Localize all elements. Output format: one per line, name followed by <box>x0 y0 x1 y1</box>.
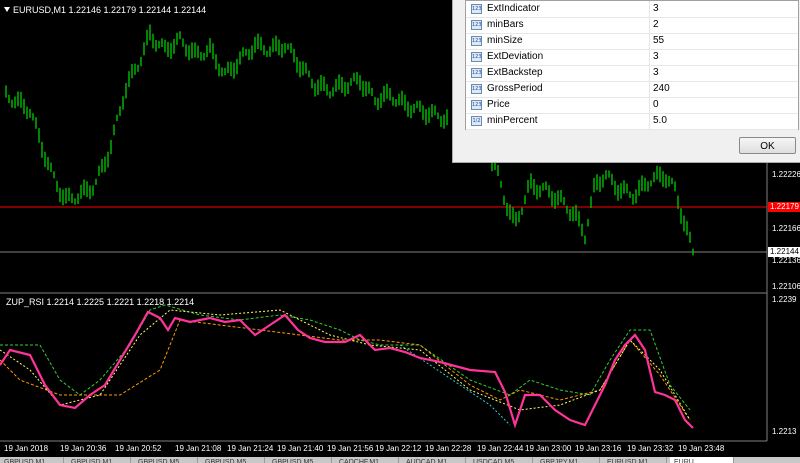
chart-tab[interactable]: AUDCAD,M1 <box>402 457 466 463</box>
rsi-line <box>0 310 694 429</box>
chart-tab[interactable]: USDCAD,M5 <box>469 457 533 463</box>
param-type-icon: 123 <box>471 36 482 46</box>
param-row[interactable]: 1/2 minPercent 5.0 <box>466 113 798 130</box>
param-value[interactable]: 3 <box>653 1 659 17</box>
column-divider <box>649 81 650 97</box>
rsi-layer <box>0 304 694 429</box>
chart-tab[interactable]: EURU... <box>670 457 734 463</box>
param-name: minBars <box>487 19 524 30</box>
indicator-bottom-label: 1.2213 <box>772 427 797 436</box>
param-name: ExtDeviation <box>487 51 544 62</box>
param-type-icon: 123 <box>471 4 482 14</box>
param-row[interactable]: 123 ExtDeviation 3 <box>466 49 798 66</box>
param-value[interactable]: 55 <box>653 33 664 49</box>
param-type-icon: 123 <box>471 52 482 62</box>
price-tick: 1.22226 <box>772 170 800 179</box>
time-tick: 19 Jan 22:28 <box>425 444 472 453</box>
param-type-icon: 123 <box>471 100 482 110</box>
param-type-icon: 1/2 <box>471 116 482 126</box>
time-tick: 19 Jan 21:56 <box>327 444 374 453</box>
time-tick: 19 Jan 22:12 <box>375 444 422 453</box>
price-tick: 1.22136 <box>772 256 800 265</box>
param-value[interactable]: 0 <box>653 97 659 113</box>
green-dashed-line <box>0 304 691 411</box>
param-value[interactable]: 5.0 <box>653 113 667 129</box>
param-type-icon: 123 <box>471 68 482 78</box>
price-tick: 1.22166 <box>772 224 800 233</box>
dropdown-triangle-icon[interactable] <box>4 7 10 12</box>
param-value[interactable]: 2 <box>653 17 659 33</box>
time-tick: 19 Jan 20:36 <box>60 444 107 453</box>
indicator-top-label: 1.2239 <box>772 295 797 304</box>
param-name: minPercent <box>487 115 538 126</box>
chart-tab[interactable]: GBPUSD,M1 <box>67 457 131 463</box>
chart-tabs-bar: GBPUSD,M1 GBPUSD,M1 GBPUSD,M5 GBPUSD,M5 GBPU… <box>0 457 800 463</box>
param-name: ExtBackstep <box>487 67 543 78</box>
param-value[interactable]: 240 <box>653 81 670 97</box>
chart-tab[interactable]: GBPUSD,M1 <box>0 457 64 463</box>
param-row[interactable]: 123 ExtBackstep 3 <box>466 65 798 82</box>
current-price-tag: 1.22179 <box>768 202 800 212</box>
parameters-grid: 123 ExtIndicator 3 123 minBars 2 123 minSize 55 1… <box>465 0 799 130</box>
chart-tab[interactable]: GBPUSD,M5 <box>201 457 265 463</box>
time-tick: 19 Jan 23:16 <box>575 444 622 453</box>
time-tick: 19 Jan 21:08 <box>175 444 222 453</box>
time-tick: 19 Jan 22:44 <box>477 444 524 453</box>
symbol-text: EURUSD,M1 1.22146 1.22179 1.22144 1.2214… <box>13 5 207 15</box>
symbol-label: EURUSD,M1 1.22146 1.22179 1.22144 1.2214… <box>4 5 206 15</box>
param-row[interactable]: 123 minBars 2 <box>466 17 798 34</box>
param-row[interactable]: 123 GrossPeriod 240 <box>466 81 798 98</box>
yellow-dashed-line <box>0 309 691 421</box>
param-name: GrossPeriod <box>487 83 543 94</box>
chart-tab[interactable]: GBPJPY,M1 <box>536 457 600 463</box>
column-divider <box>649 65 650 81</box>
time-tick: 19 Jan 20:52 <box>115 444 162 453</box>
param-row[interactable]: 123 Price 0 <box>466 97 798 114</box>
chart-tab[interactable]: GBPUSD,M5 <box>268 457 332 463</box>
chart-tab[interactable]: CADCHF,M1 <box>335 457 399 463</box>
chart-tab[interactable]: GBPUSD,M5 <box>134 457 198 463</box>
chart-tab[interactable]: EURUSD,M1 <box>603 457 667 463</box>
column-divider <box>649 113 650 129</box>
time-tick: 19 Jan 21:24 <box>227 444 274 453</box>
time-tick: 19 Jan 21:40 <box>277 444 324 453</box>
param-row[interactable]: 123 minSize 55 <box>466 33 798 50</box>
inputs-dialog: 123 ExtIndicator 3 123 minBars 2 123 minSize 55 1… <box>452 0 800 163</box>
param-name: minSize <box>487 35 523 46</box>
param-name: ExtIndicator <box>487 3 540 14</box>
orange-dashed-line <box>0 319 691 421</box>
column-divider <box>649 1 650 17</box>
time-tick: 19 Jan 23:48 <box>678 444 725 453</box>
param-type-icon: 123 <box>471 20 482 30</box>
param-row[interactable]: 123 ExtIndicator 3 <box>466 1 798 18</box>
column-divider <box>649 97 650 113</box>
param-value[interactable]: 3 <box>653 65 659 81</box>
indicator-label: ZUP_RSI 1.2214 1.2225 1.2221 1.2218 1.22… <box>6 297 195 307</box>
column-divider <box>649 49 650 65</box>
ok-button[interactable]: OK <box>739 137 796 154</box>
column-divider <box>649 17 650 33</box>
price-tick: 1.22106 <box>772 282 800 291</box>
time-tick: 19 Jan 23:32 <box>627 444 674 453</box>
param-name: Price <box>487 99 510 110</box>
time-tick: 19 Jan 23:00 <box>525 444 572 453</box>
param-value[interactable]: 3 <box>653 49 659 65</box>
param-type-icon: 123 <box>471 84 482 94</box>
time-tick: 19 Jan 2018 <box>4 444 49 453</box>
column-divider <box>649 33 650 49</box>
